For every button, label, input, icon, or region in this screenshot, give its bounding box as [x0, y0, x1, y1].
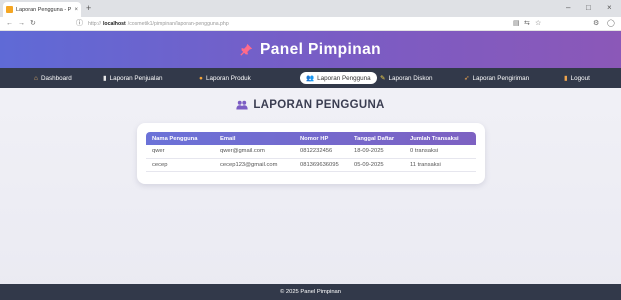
main-navigation: ⌂ Dashboard ▮ Laporan Penjualan ● Lapora…: [0, 68, 621, 88]
tab-close-icon[interactable]: ×: [74, 7, 78, 13]
page-title: Panel Pimpinan: [259, 40, 382, 58]
reload-icon[interactable]: ↻: [30, 19, 36, 28]
url-prefix: http://: [88, 21, 101, 27]
cell-transaksi: 11 transaksi: [404, 158, 476, 172]
content-title: LAPORAN PENGGUNA: [253, 99, 385, 111]
product-icon: ●: [199, 74, 203, 82]
favicon-icon: [6, 6, 13, 13]
cell-nama: qwer: [146, 145, 214, 159]
browser-toolbar: ← → ↻ ⓘ http:// localhost /cosmetik1/pim…: [0, 17, 621, 31]
column-header-nomor-hp: Nomor HP: [300, 135, 329, 142]
star-icon[interactable]: ☆: [535, 19, 541, 28]
nav-item-logout[interactable]: ▮ Logout: [558, 72, 596, 84]
bars-icon: ▮: [103, 74, 107, 82]
nav-label: Laporan Pengguna: [317, 74, 371, 82]
minimize-icon[interactable]: –: [566, 3, 570, 13]
truck-icon: ➶: [464, 74, 470, 82]
new-tab-button[interactable]: +: [86, 3, 91, 13]
cell-nama: cecep: [146, 158, 214, 172]
pushpin-icon: [240, 43, 253, 56]
nav-item-laporan-diskon[interactable]: ✎ Laporan Diskon: [374, 72, 439, 84]
table-row: cecep cecep123@gmail.com 081369636095 05…: [146, 158, 476, 172]
cell-tanggal: 18-09-2025: [348, 145, 404, 159]
back-icon[interactable]: ←: [6, 19, 13, 28]
house-icon: ⌂: [34, 74, 38, 82]
nav-label: Laporan Diskon: [388, 74, 433, 82]
page-header: Panel Pimpinan: [0, 31, 621, 68]
column-header-tanggal: Tanggal Daftar: [354, 135, 395, 142]
page-body: Panel Pimpinan ⌂ Dashboard ▮ Laporan Pen…: [0, 31, 621, 300]
nav-label: Dashboard: [40, 74, 72, 82]
cell-nomor-hp: 081369636095: [294, 158, 348, 172]
users-table: Nama Pengguna Email Nomor HP Tanggal Daf…: [146, 132, 476, 172]
column-header-nama: Nama Pengguna: [152, 135, 198, 142]
page-footer: © 2025 Panel Pimpinan: [0, 284, 621, 300]
nav-item-laporan-produk[interactable]: ● Laporan Produk: [193, 72, 257, 84]
forward-icon[interactable]: →: [18, 19, 25, 28]
browser-tab-strip: Laporan Pengguna - Panel Pim × + – □ ×: [0, 0, 621, 17]
collections-icon[interactable]: ⚙: [593, 19, 599, 28]
users-icon: 👥: [306, 74, 315, 82]
cell-tanggal: 05-09-2025: [348, 158, 404, 172]
window-close-icon[interactable]: ×: [607, 3, 612, 13]
report-card: Nama Pengguna Email Nomor HP Tanggal Daf…: [137, 123, 485, 184]
url-host: localhost: [102, 21, 126, 27]
nav-label: Laporan Produk: [205, 74, 251, 82]
cell-transaksi: 0 transaksi: [404, 145, 476, 159]
address-bar[interactable]: http:// localhost /cosmetik1/pimpinan/la…: [88, 19, 548, 29]
reader-icon[interactable]: ▤: [513, 19, 520, 28]
nav-label: Logout: [570, 74, 590, 82]
nav-item-dashboard[interactable]: ⌂ Dashboard: [28, 72, 78, 84]
url-path: /cosmetik1/pimpinan/laporan-pengguna.php: [127, 21, 229, 27]
cell-nomor-hp: 0812232456: [294, 145, 348, 159]
footer-text: © 2025 Panel Pimpinan: [280, 289, 341, 295]
nav-label: Laporan Pengiriman: [472, 74, 530, 82]
table-header-row: Nama Pengguna Email Nomor HP Tanggal Daf…: [146, 132, 476, 145]
cell-email: qwer@gmail.com: [214, 145, 294, 159]
column-header-email: Email: [220, 135, 236, 142]
translate-icon[interactable]: ⇆: [524, 19, 530, 28]
nav-label: Laporan Penjualan: [109, 74, 163, 82]
nav-item-laporan-pengguna[interactable]: 👥 Laporan Pengguna: [300, 72, 377, 84]
nav-item-laporan-pengiriman[interactable]: ➶ Laporan Pengiriman: [458, 72, 535, 84]
tab-title: Laporan Pengguna - Panel Pim: [16, 6, 72, 13]
tag-icon: ✎: [380, 74, 386, 82]
door-icon: ▮: [564, 74, 568, 82]
users-icon: [236, 100, 248, 110]
content-heading: LAPORAN PENGGUNA: [0, 99, 621, 111]
column-header-transaksi: Jumlah Transaksi: [410, 135, 459, 142]
maximize-icon[interactable]: □: [586, 3, 591, 13]
table-row: qwer qwer@gmail.com 0812232456 18-09-202…: [146, 145, 476, 159]
profile-icon[interactable]: ◯: [607, 19, 615, 28]
browser-tab[interactable]: Laporan Pengguna - Panel Pim ×: [3, 2, 81, 17]
info-icon[interactable]: ⓘ: [76, 19, 83, 28]
cell-email: cecep123@gmail.com: [214, 158, 294, 172]
nav-item-laporan-penjualan[interactable]: ▮ Laporan Penjualan: [97, 72, 168, 84]
